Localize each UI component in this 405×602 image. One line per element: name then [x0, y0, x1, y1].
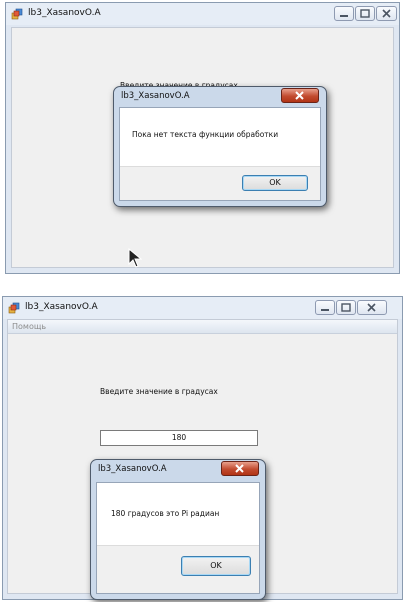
- menu-help[interactable]: Помощь: [12, 322, 46, 331]
- maximize-icon: [341, 303, 351, 312]
- ok-button[interactable]: OK: [181, 556, 251, 576]
- maximize-button[interactable]: [336, 300, 356, 315]
- dialog-footer: OK: [120, 166, 320, 200]
- close-icon: [295, 91, 304, 100]
- minimize-button[interactable]: [334, 6, 354, 21]
- dialog-title: lb3_XasanovO.A: [121, 91, 190, 101]
- close-button[interactable]: [357, 300, 387, 315]
- close-button[interactable]: [376, 6, 397, 21]
- app-icon: [8, 302, 20, 314]
- minimize-icon: [340, 15, 348, 17]
- prompt-label: Введите значение в градусах: [100, 387, 218, 396]
- title-bar[interactable]: lb3_XasanovO.A: [3, 297, 402, 319]
- mouse-cursor-icon: [128, 248, 142, 268]
- window-title: lb3_XasanovO.A: [25, 302, 98, 312]
- main-window: lb3_XasanovO.A Введите значение в градус…: [5, 2, 400, 274]
- ok-button[interactable]: OK: [242, 175, 308, 191]
- title-bar[interactable]: lb3_XasanovO.A: [6, 3, 399, 25]
- close-icon: [382, 9, 391, 18]
- minimize-icon: [321, 309, 329, 311]
- main-window: lb3_XasanovO.A Помощь Введите значение в…: [2, 296, 403, 600]
- dialog-footer: OK: [97, 545, 259, 593]
- app-icon: [11, 8, 23, 20]
- client-area: Помощь Введите значение в градусах 180 l…: [7, 319, 398, 600]
- dialog-body: 180 градусов это Pi радиан OK: [96, 482, 260, 594]
- maximize-button[interactable]: [355, 6, 375, 21]
- window-title: lb3_XasanovO.A: [28, 8, 101, 18]
- dialog-body: Пока нет текста функции обработки OK: [119, 107, 321, 201]
- message-dialog: lb3_XasanovO.A 180 градусов это Pi радиа…: [90, 459, 266, 600]
- dialog-close-button[interactable]: [221, 461, 259, 476]
- dialog-message: 180 градусов это Pi радиан: [111, 509, 220, 518]
- maximize-icon: [360, 9, 370, 18]
- minimize-button[interactable]: [315, 300, 335, 315]
- close-icon: [367, 303, 376, 312]
- degrees-input[interactable]: 180: [100, 430, 258, 446]
- dialog-title: lb3_XasanovO.A: [98, 464, 167, 474]
- dialog-message: Пока нет текста функции обработки: [132, 130, 279, 139]
- menu-bar: Помощь: [8, 320, 397, 334]
- message-dialog: lb3_XasanovO.A Пока нет текста функции о…: [113, 86, 327, 207]
- client-area: Введите значение в градусах lb3_XasanovO…: [11, 27, 394, 268]
- close-icon: [235, 464, 244, 473]
- dialog-close-button[interactable]: [281, 88, 319, 103]
